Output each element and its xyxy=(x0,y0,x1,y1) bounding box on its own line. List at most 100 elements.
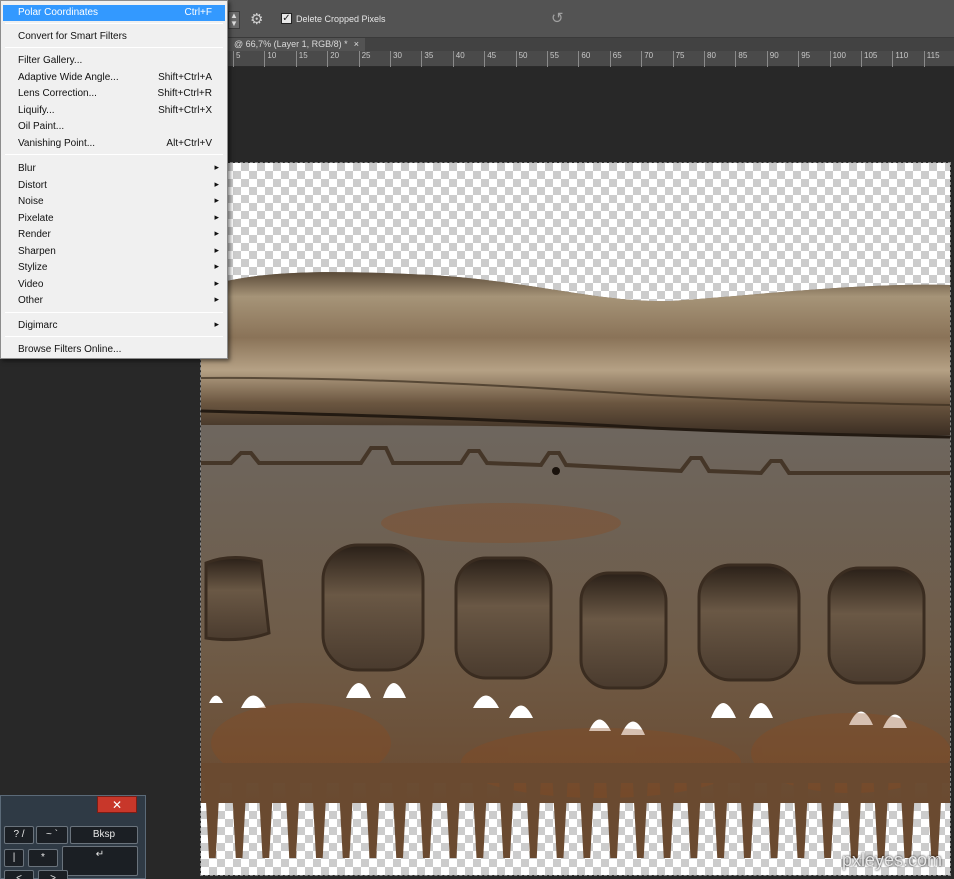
menu-item-label: Vanishing Point... xyxy=(18,138,96,149)
filter-menu: Polar Coordinates Ctrl+F Convert for Smart… xyxy=(0,0,228,359)
ruler-tick: 100 xyxy=(829,51,846,67)
menu-item-label: Adaptive Wide Angle... xyxy=(18,72,119,83)
menu-item-distort[interactable]: Distort ▸ xyxy=(3,178,225,194)
submenu-arrow-icon: ▸ xyxy=(214,294,219,304)
ruler-tick: 20 xyxy=(327,51,339,67)
ruler-tick: 40 xyxy=(452,51,465,67)
menu-item-label: Stylize xyxy=(18,262,48,273)
key-enter[interactable]: ↵ xyxy=(62,846,138,876)
reset-icon[interactable]: ↺ xyxy=(551,11,567,27)
menu-item-label: Blur xyxy=(18,163,36,174)
menu-item-adaptive-wide-angle[interactable]: Adaptive Wide Angle... Shift+Ctrl+A xyxy=(3,70,225,86)
tab-close-icon[interactable]: × xyxy=(354,39,359,49)
menu-separator xyxy=(5,23,223,24)
menu-item-label: Pixelate xyxy=(18,213,54,224)
key-gt[interactable]: > xyxy=(38,870,68,879)
menu-item-shortcut: Alt+Ctrl+V xyxy=(166,138,212,149)
menu-item-other[interactable]: Other ▸ xyxy=(3,293,225,309)
menu-item-polar-coordinates[interactable]: Polar Coordinates Ctrl+F xyxy=(3,5,225,21)
menu-separator xyxy=(5,336,223,337)
gear-icon[interactable]: ⚙ xyxy=(250,11,268,29)
menu-item-label: Video xyxy=(18,279,44,290)
submenu-arrow-icon: ▸ xyxy=(214,179,219,189)
menu-item-label: Digimarc xyxy=(18,320,58,331)
horizontal-ruler[interactable]: 5 10 15 20 25 30 35 40 45 50 55 60 65 70 75 80 85 90 95 100… xyxy=(228,51,954,67)
ruler-tick: 110 xyxy=(892,51,908,67)
key-pipe[interactable]: | xyxy=(4,849,24,867)
submenu-arrow-icon: ▸ xyxy=(214,212,219,222)
menu-separator xyxy=(5,312,223,313)
document-canvas[interactable]: pxleyes.com xyxy=(200,162,951,876)
ruler-tick: 25 xyxy=(358,51,371,67)
menu-item-label: Render xyxy=(18,229,51,240)
ruler-tick: 85 xyxy=(735,51,747,67)
menu-separator xyxy=(5,47,223,48)
menu-item-label: Browse Filters Online... xyxy=(18,344,122,355)
menu-item-shortcut: Ctrl+F xyxy=(184,7,213,18)
menu-item-label: Liquify... xyxy=(18,105,55,116)
ruler-tick: 115 xyxy=(923,51,940,67)
ruler-tick: 10 xyxy=(264,51,276,67)
menu-item-oil-paint[interactable]: Oil Paint... xyxy=(3,119,225,135)
key-tilde[interactable]: ~ ` xyxy=(36,826,68,844)
watermark: pxleyes.com xyxy=(841,850,942,870)
photoshop-window: ▲ ▼ ⚙ ✓ Delete Cropped Pixels ↺ @ 66,7% (… xyxy=(0,0,954,879)
ruler-tick: 80 xyxy=(704,51,716,67)
ruler-tick: 70 xyxy=(641,51,653,67)
delete-cropped-label: Delete Cropped Pixels xyxy=(296,14,386,24)
ruler-tick: 30 xyxy=(390,51,402,67)
menu-item-sharpen[interactable]: Sharpen ▸ xyxy=(3,244,225,260)
menu-item-convert-for-smart-filters[interactable]: Convert for Smart Filters xyxy=(3,29,225,45)
key-backspace[interactable]: Bksp xyxy=(70,826,138,844)
menu-separator xyxy=(5,154,223,155)
ruler-tick: 95 xyxy=(798,51,810,67)
key-asterisk[interactable]: * xyxy=(28,849,58,867)
menu-item-noise[interactable]: Noise ▸ xyxy=(3,194,225,210)
menu-item-browse-filters-online[interactable]: Browse Filters Online... xyxy=(3,342,225,358)
menu-item-stylize[interactable]: Stylize ▸ xyxy=(3,260,225,276)
menu-item-liquify[interactable]: Liquify... Shift+Ctrl+X xyxy=(3,103,225,119)
menu-item-label: Distort xyxy=(18,180,47,191)
menu-item-digimarc[interactable]: Digimarc ▸ xyxy=(3,318,225,334)
document-tab[interactable]: @ 66,7% (Layer 1, RGB/8) * × xyxy=(228,38,365,51)
menu-item-label: Other xyxy=(18,295,44,306)
ruler-tick: 105 xyxy=(861,51,877,67)
ruler-tick: 35 xyxy=(421,51,433,67)
ruler-tick: 60 xyxy=(578,51,590,67)
menu-item-blur[interactable]: Blur ▸ xyxy=(3,161,225,177)
ruler-tick: 15 xyxy=(295,51,308,67)
ruler-tick: 75 xyxy=(672,51,685,67)
submenu-arrow-icon: ▸ xyxy=(214,195,219,205)
menu-item-filter-gallery[interactable]: Filter Gallery... xyxy=(3,53,225,69)
menu-item-label: Convert for Smart Filters xyxy=(18,31,127,42)
ruler-tick: 5 xyxy=(233,51,240,67)
delete-cropped-checkbox[interactable]: ✓ xyxy=(281,13,292,24)
menu-item-label: Oil Paint... xyxy=(18,121,65,132)
menu-item-label: Lens Correction... xyxy=(18,88,97,99)
key-lt[interactable]: < xyxy=(4,870,34,879)
menu-item-shortcut: Shift+Ctrl+X xyxy=(158,105,212,116)
menu-item-label: Polar Coordinates xyxy=(18,7,99,18)
menu-item-label: Noise xyxy=(18,196,44,207)
on-screen-keyboard: ✕ ? / ~ ` Bksp | * ↵ < > xyxy=(0,795,146,879)
ruler-tick: 90 xyxy=(766,51,779,67)
menu-item-lens-correction[interactable]: Lens Correction... Shift+Ctrl+R xyxy=(3,86,225,102)
menu-item-label: Filter Gallery... xyxy=(18,55,83,66)
close-icon[interactable]: ✕ xyxy=(97,796,137,813)
ruler-tick: 55 xyxy=(547,51,559,67)
submenu-arrow-icon: ▸ xyxy=(214,261,219,271)
spinner-arrows-icon[interactable]: ▲ ▼ xyxy=(228,11,240,29)
submenu-arrow-icon: ▸ xyxy=(214,162,219,172)
key-question[interactable]: ? / xyxy=(4,826,34,844)
rusty-saw-image xyxy=(201,272,950,858)
menu-item-render[interactable]: Render ▸ xyxy=(3,227,225,243)
submenu-arrow-icon: ▸ xyxy=(214,278,219,288)
menu-item-shortcut: Shift+Ctrl+R xyxy=(157,88,212,99)
menu-item-vanishing-point[interactable]: Vanishing Point... Alt+Ctrl+V xyxy=(3,136,225,152)
submenu-arrow-icon: ▸ xyxy=(214,245,219,255)
menu-item-shortcut: Shift+Ctrl+A xyxy=(158,72,212,83)
ruler-tick: 45 xyxy=(484,51,496,67)
menu-item-pixelate[interactable]: Pixelate ▸ xyxy=(3,211,225,227)
submenu-arrow-icon: ▸ xyxy=(214,228,219,238)
menu-item-video[interactable]: Video ▸ xyxy=(3,277,225,293)
